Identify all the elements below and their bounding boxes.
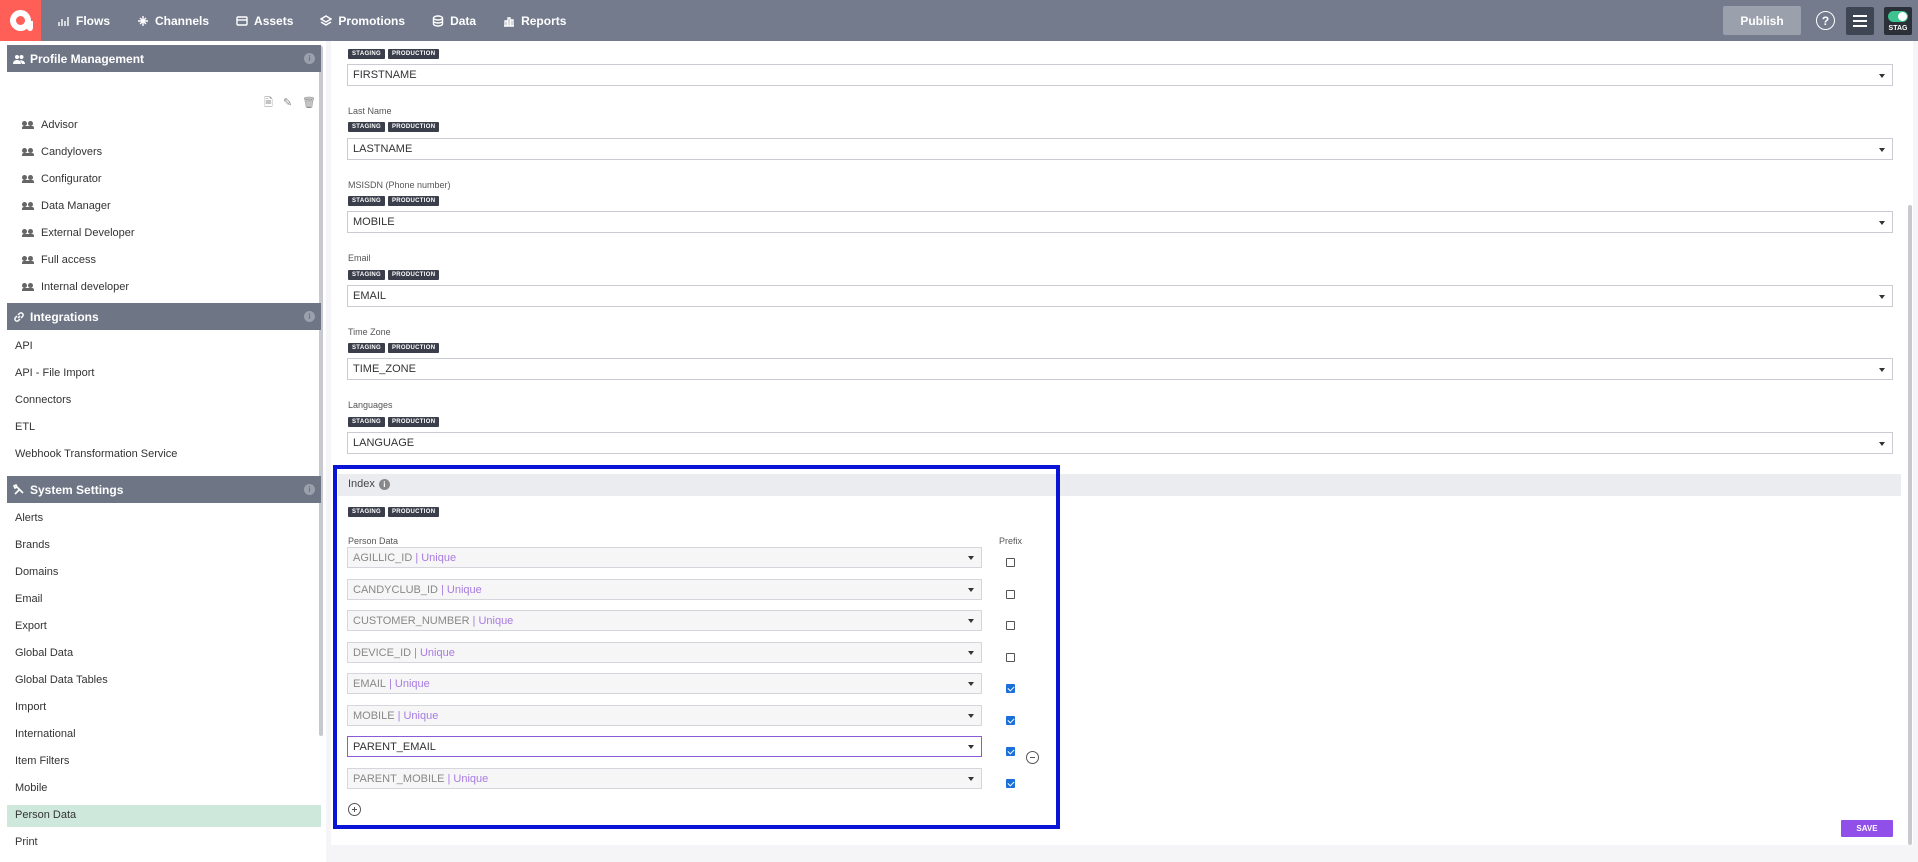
environment-badges: STAGING PRODUCTION bbox=[348, 122, 442, 133]
sidebar-item-mobile[interactable]: Mobile bbox=[15, 782, 47, 794]
chevron-down-icon bbox=[1879, 442, 1885, 446]
profile-item-advisor[interactable]: Advisor bbox=[22, 117, 78, 133]
database-icon bbox=[432, 14, 444, 27]
toggle-icon bbox=[1888, 11, 1908, 22]
time-zone-label: Time Zone bbox=[348, 327, 391, 337]
profile-item-internal-developer[interactable]: Internal developer bbox=[22, 279, 129, 295]
environment-badges: STAGING PRODUCTION bbox=[348, 196, 442, 207]
new-document-icon[interactable]: 🗎 bbox=[264, 97, 274, 109]
sidebar-item-api-file-import[interactable]: API - File Import bbox=[15, 367, 94, 379]
chevron-down-icon bbox=[1879, 295, 1885, 299]
tools-icon bbox=[13, 483, 24, 495]
info-icon[interactable]: i bbox=[304, 484, 315, 495]
environment-label: STAG bbox=[1888, 25, 1908, 32]
publish-button[interactable]: Publish bbox=[1723, 6, 1801, 35]
last-name-label: Last Name bbox=[348, 106, 392, 116]
first-name-select[interactable]: FIRSTNAME bbox=[347, 64, 1893, 86]
section-profile-management[interactable]: Profile Management i bbox=[7, 45, 321, 72]
help-icon[interactable]: ? bbox=[1816, 11, 1835, 30]
chevron-down-icon bbox=[1879, 221, 1885, 225]
environment-badges: STAGING PRODUCTION bbox=[348, 49, 442, 60]
environment-badges: STAGING PRODUCTION bbox=[348, 417, 442, 428]
sidebar-item-export[interactable]: Export bbox=[15, 620, 47, 632]
group-icon bbox=[22, 229, 35, 237]
link-icon bbox=[14, 311, 24, 322]
nav-channels[interactable]: Channels bbox=[137, 14, 209, 28]
profile-item-full-access[interactable]: Full access bbox=[22, 252, 96, 268]
delete-icon[interactable]: 🗑 bbox=[302, 97, 316, 109]
sidebar-scrollbar[interactable] bbox=[319, 46, 323, 736]
chevron-down-icon bbox=[1879, 148, 1885, 152]
sidebar-item-webhook-transformation[interactable]: Webhook Transformation Service bbox=[15, 448, 177, 460]
index-highlight-box bbox=[333, 465, 1060, 829]
environment-badges: STAGING PRODUCTION bbox=[348, 270, 442, 281]
environment-badges: STAGING PRODUCTION bbox=[348, 343, 442, 354]
group-icon bbox=[22, 283, 35, 291]
environment-toggle[interactable]: STAG bbox=[1884, 7, 1912, 35]
email-label: Email bbox=[348, 253, 371, 263]
languages-label: Languages bbox=[348, 400, 393, 410]
top-navigation-bar: Flows Channels Assets Promotions Data Re… bbox=[0, 0, 1918, 41]
msisdn-select[interactable]: MOBILE bbox=[347, 211, 1893, 233]
info-icon[interactable]: i bbox=[304, 53, 315, 64]
profile-item-data-manager[interactable]: Data Manager bbox=[22, 198, 111, 214]
profile-item-configurator[interactable]: Configurator bbox=[22, 171, 102, 187]
settings-sliders-icon[interactable] bbox=[1846, 7, 1874, 35]
group-icon bbox=[22, 202, 35, 210]
last-name-select[interactable]: LASTNAME bbox=[347, 138, 1893, 160]
email-select[interactable]: EMAIL bbox=[347, 285, 1893, 307]
msisdn-label: MSISDN (Phone number) bbox=[348, 180, 451, 190]
profile-item-external-developer[interactable]: External Developer bbox=[22, 225, 135, 241]
channels-icon bbox=[138, 15, 149, 26]
nav-assets[interactable]: Assets bbox=[236, 14, 293, 28]
section-integrations[interactable]: Integrations i bbox=[7, 303, 321, 330]
flows-icon bbox=[58, 16, 69, 26]
nav-flows[interactable]: Flows bbox=[58, 14, 110, 28]
sidebar-item-import[interactable]: Import bbox=[15, 701, 46, 713]
assets-icon bbox=[236, 15, 248, 26]
section-system-settings[interactable]: System Settings i bbox=[7, 476, 321, 503]
sidebar-item-global-data-tables[interactable]: Global Data Tables bbox=[15, 674, 108, 686]
nav-reports[interactable]: Reports bbox=[503, 14, 566, 28]
time-zone-select[interactable]: TIME_ZONE bbox=[347, 358, 1893, 380]
chevron-down-icon bbox=[1879, 74, 1885, 78]
sidebar-item-api[interactable]: API bbox=[15, 340, 33, 352]
save-button[interactable]: SAVE bbox=[1841, 820, 1893, 837]
users-icon bbox=[13, 54, 25, 64]
reports-icon bbox=[504, 16, 515, 27]
group-icon bbox=[22, 256, 35, 264]
sidebar-item-connectors[interactable]: Connectors bbox=[15, 394, 71, 406]
group-icon bbox=[22, 175, 35, 183]
main-nav: Flows Channels Assets Promotions Data Re… bbox=[58, 0, 593, 41]
sidebar-item-print[interactable]: Print bbox=[15, 836, 38, 848]
nav-promotions[interactable]: Promotions bbox=[320, 14, 405, 28]
sidebar-item-domains[interactable]: Domains bbox=[15, 566, 58, 578]
group-icon bbox=[22, 148, 35, 156]
profile-item-candylovers[interactable]: Candylovers bbox=[22, 144, 102, 160]
sidebar-item-item-filters[interactable]: Item Filters bbox=[15, 755, 69, 767]
sidebar-item-person-data[interactable]: Person Data bbox=[15, 809, 76, 821]
chevron-down-icon bbox=[1879, 368, 1885, 372]
sidebar-item-etl[interactable]: ETL bbox=[15, 421, 35, 433]
info-icon[interactable]: i bbox=[304, 311, 315, 322]
sidebar-item-international[interactable]: International bbox=[15, 728, 76, 740]
sidebar-item-email[interactable]: Email bbox=[15, 593, 43, 605]
profile-toolbar: 🗎 ✎ 🗑 bbox=[264, 97, 321, 109]
sidebar-item-alerts[interactable]: Alerts bbox=[15, 512, 43, 524]
group-icon bbox=[22, 121, 35, 129]
agillic-logo[interactable] bbox=[0, 0, 41, 41]
edit-icon[interactable]: ✎ bbox=[283, 97, 293, 109]
languages-select[interactable]: LANGUAGE bbox=[347, 432, 1893, 454]
main-scrollbar[interactable] bbox=[1908, 205, 1912, 845]
sidebar-item-global-data[interactable]: Global Data bbox=[15, 647, 73, 659]
nav-data[interactable]: Data bbox=[432, 14, 476, 28]
promotions-icon bbox=[320, 14, 333, 26]
sidebar-item-brands[interactable]: Brands bbox=[15, 539, 50, 551]
